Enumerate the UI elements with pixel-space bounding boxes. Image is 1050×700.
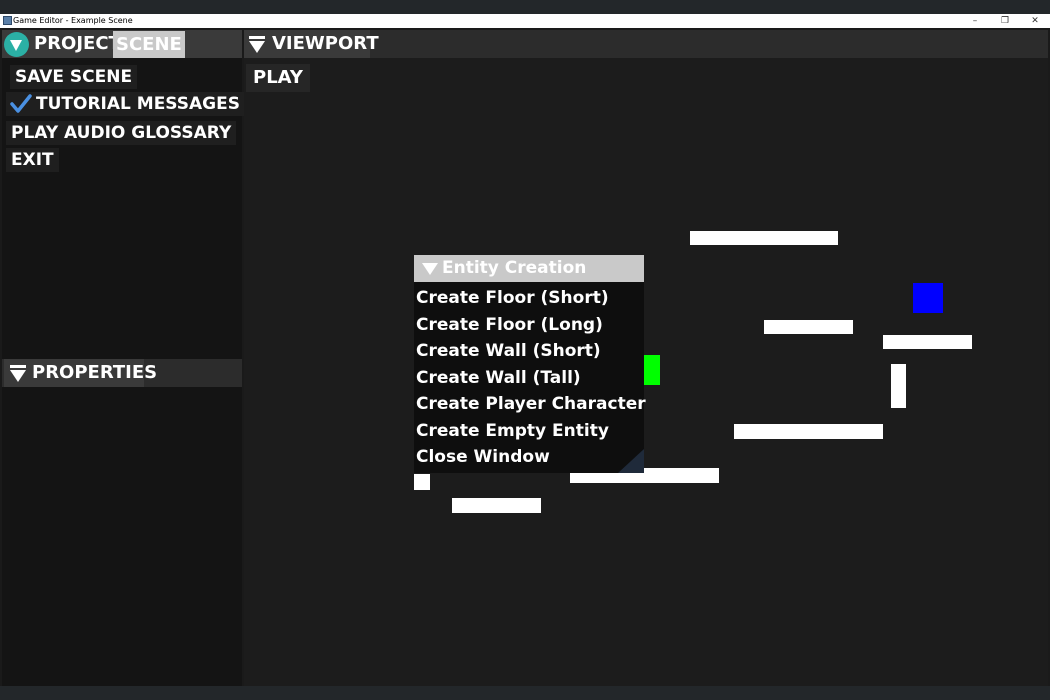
play-button[interactable]: PLAY (246, 64, 310, 92)
create-empty-entity-option[interactable]: Create Empty Entity (416, 418, 609, 444)
check-icon[interactable] (9, 93, 33, 115)
properties-title: PROPERTIES (32, 362, 158, 383)
tutorial-messages-label: TUTORIAL MESSAGES (36, 94, 240, 114)
collapse-arrow-icon[interactable] (249, 41, 265, 53)
create-floor-long-option[interactable]: Create Floor (Long) (416, 312, 603, 338)
close-button[interactable]: ✕ (1020, 14, 1050, 28)
project-header: PROJECT SCENE (2, 30, 242, 58)
play-label: PLAY (253, 67, 303, 88)
wall-entity[interactable] (891, 364, 906, 408)
properties-header: PROPERTIES (2, 359, 242, 387)
editor-app: PROJECT SCENE SAVE SCENE TUTORIAL MESSAG… (0, 28, 1050, 686)
create-player-character-option[interactable]: Create Player Character (416, 391, 646, 417)
play-audio-glossary-label: PLAY AUDIO GLOSSARY (11, 123, 232, 143)
platform-entity[interactable] (734, 424, 883, 439)
resize-grip-icon[interactable] (618, 449, 644, 473)
create-wall-tall-option[interactable]: Create Wall (Tall) (416, 365, 581, 391)
properties-tab[interactable]: PROPERTIES (4, 359, 157, 387)
exit-label: EXIT (11, 150, 54, 170)
viewport-panel: VIEWPORT PLAY Entity Creation Create Flo… (244, 30, 1048, 686)
green-entity[interactable] (644, 355, 660, 385)
entity-creation-window: Entity Creation Create Floor (Short) Cre… (414, 255, 646, 473)
create-floor-short-option[interactable]: Create Floor (Short) (416, 285, 609, 311)
restore-button[interactable]: ❐ (990, 14, 1020, 28)
app-icon (3, 16, 12, 25)
viewport-title: VIEWPORT (272, 33, 379, 54)
window-titlebar: Game Editor - Example Scene – ❐ ✕ (0, 14, 1050, 28)
small-entity[interactable] (414, 474, 430, 490)
tutorial-messages-toggle[interactable]: TUTORIAL MESSAGES (6, 92, 245, 116)
logo-icon (4, 32, 29, 57)
platform-entity[interactable] (452, 498, 541, 513)
screen: Game Editor - Example Scene – ❐ ✕ PROJEC… (0, 0, 1050, 700)
properties-panel: PROPERTIES (2, 359, 242, 686)
minimize-button[interactable]: – (960, 14, 990, 28)
collapse-arrow-icon[interactable] (422, 263, 438, 275)
collapse-arrow-icon[interactable] (10, 370, 26, 382)
platform-entity[interactable] (883, 335, 972, 349)
viewport-tab[interactable]: VIEWPORT (244, 30, 379, 58)
entity-creation-title: Entity Creation (442, 258, 587, 278)
save-scene-button[interactable]: SAVE SCENE (10, 65, 138, 89)
play-audio-glossary-button[interactable]: PLAY AUDIO GLOSSARY (6, 121, 237, 145)
entity-creation-header[interactable]: Entity Creation (414, 255, 644, 282)
collapse-bar (249, 36, 265, 39)
create-wall-short-option[interactable]: Create Wall (Short) (416, 338, 601, 364)
close-window-option[interactable]: Close Window (416, 444, 550, 470)
taskbar-strip (0, 686, 1050, 700)
player-entity[interactable] (913, 283, 943, 313)
window-title: Game Editor - Example Scene (13, 16, 133, 25)
tab-project[interactable]: PROJECT (32, 30, 123, 58)
logo-triangle (10, 40, 22, 51)
left-panel: PROJECT SCENE SAVE SCENE TUTORIAL MESSAG… (2, 30, 245, 686)
exit-button[interactable]: EXIT (6, 148, 59, 172)
tab-scene[interactable]: SCENE (113, 31, 185, 58)
save-scene-label: SAVE SCENE (15, 67, 133, 87)
platform-entity[interactable] (690, 231, 838, 245)
collapse-bar (10, 365, 26, 368)
viewport-header: VIEWPORT (244, 30, 1048, 58)
platform-entity[interactable] (764, 320, 853, 334)
